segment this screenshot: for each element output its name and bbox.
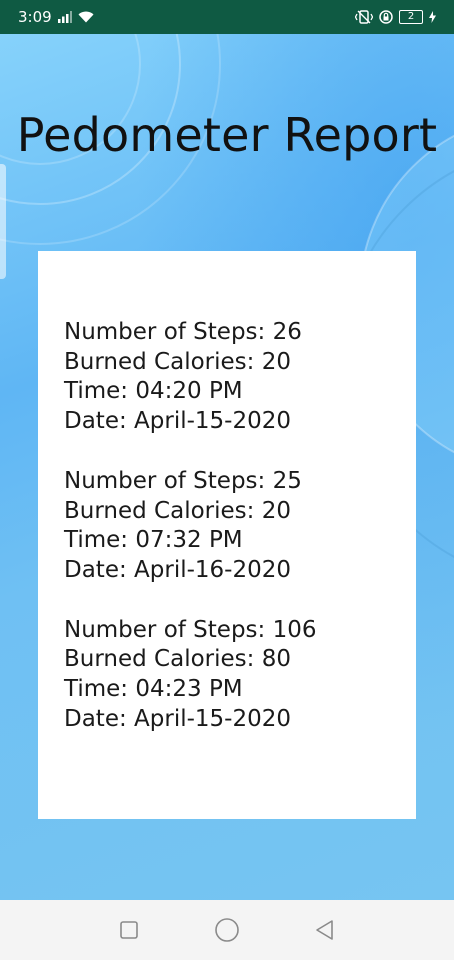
- date-text: Date: April-15-2020: [64, 705, 292, 732]
- home-icon: [215, 918, 239, 942]
- time-text: Time: 07:32 PM: [64, 527, 243, 554]
- recents-button[interactable]: [109, 910, 149, 950]
- date-text: Date: April-15-2020: [64, 408, 292, 435]
- battery-level: 2: [407, 11, 415, 22]
- vibrate-icon: [355, 10, 373, 24]
- status-bar: 3:09 2: [0, 0, 454, 34]
- calories-text: Burned Calories: 80: [64, 646, 291, 673]
- record-item: Number of Steps: 106 Burned Calories: 80…: [64, 616, 416, 735]
- status-right: 2: [355, 10, 436, 24]
- battery-icon: 2: [399, 10, 423, 24]
- record-item: Number of Steps: 25 Burned Calories: 20 …: [64, 467, 416, 586]
- charging-icon: [429, 11, 436, 23]
- time-text: Time: 04:23 PM: [64, 676, 243, 703]
- calories-text: Burned Calories: 20: [64, 497, 291, 524]
- wifi-icon: [78, 11, 94, 23]
- page-title: Pedometer Report: [16, 108, 438, 162]
- time-text: Time: 04:20 PM: [64, 378, 243, 405]
- back-icon: [316, 920, 333, 940]
- status-left: 3:09: [18, 8, 94, 26]
- steps-text: Number of Steps: 25: [64, 467, 302, 494]
- status-time: 3:09: [18, 8, 52, 26]
- rotation-lock-icon: [379, 10, 393, 24]
- steps-text: Number of Steps: 26: [64, 319, 302, 345]
- steps-text: Number of Steps: 106: [64, 616, 317, 643]
- back-button[interactable]: [305, 910, 345, 950]
- recents-icon: [120, 921, 138, 939]
- left-edge-tab[interactable]: [0, 164, 6, 279]
- navigation-bar: [0, 900, 454, 960]
- app-background: Pedometer Report Number of Steps: 26 Bur…: [0, 34, 454, 900]
- record-item: Number of Steps: 26 Burned Calories: 20 …: [64, 318, 416, 437]
- signal-icon: [57, 11, 72, 23]
- home-button[interactable]: [207, 910, 247, 950]
- date-text: Date: April-16-2020: [64, 556, 292, 583]
- report-card: Number of Steps: 26 Burned Calories: 20 …: [38, 251, 416, 819]
- calories-text: Burned Calories: 20: [64, 348, 291, 375]
